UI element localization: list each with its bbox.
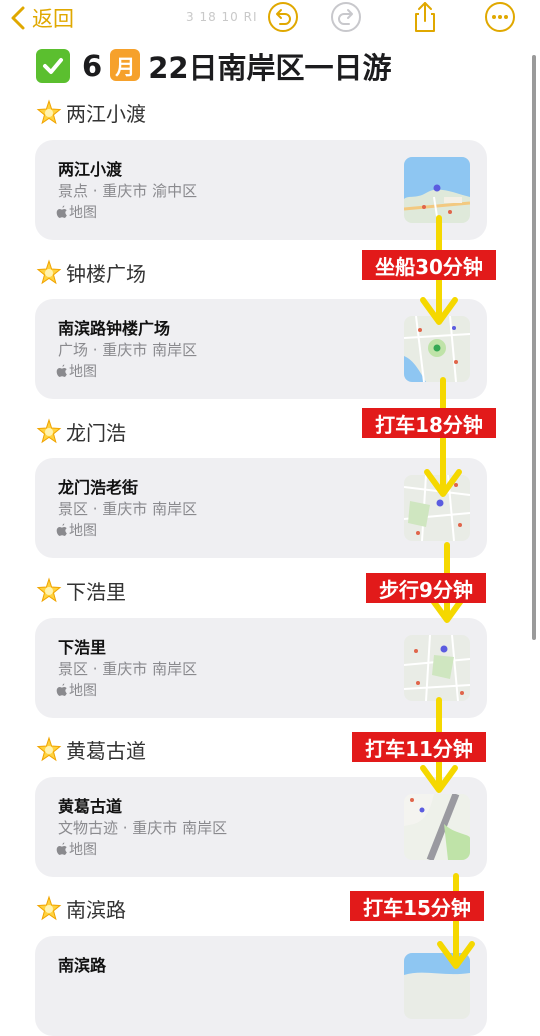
more-button[interactable] bbox=[483, 0, 517, 34]
section-header-label: 南滨路 bbox=[66, 897, 126, 922]
maps-app-label: 地图 bbox=[56, 680, 97, 700]
location-subtitle: 景点 · 重庆市 渝中区 bbox=[58, 182, 198, 200]
route-label: 坐船30分钟 bbox=[362, 250, 496, 280]
page-title: 6 月 22日南岸区一日游 bbox=[36, 46, 392, 86]
section-header-label: 黄葛古道 bbox=[66, 738, 146, 763]
back-label: 返回 bbox=[32, 7, 74, 31]
chevron-left-icon bbox=[11, 6, 25, 30]
maps-app-name: 地图 bbox=[69, 683, 97, 699]
star-icon bbox=[36, 577, 62, 603]
route-label: 步行9分钟 bbox=[366, 573, 486, 603]
location-card[interactable]: 两江小渡 景点 · 重庆市 渝中区 地图 bbox=[35, 140, 487, 240]
location-name: 两江小渡 bbox=[58, 160, 123, 179]
maps-app-name: 地图 bbox=[69, 523, 97, 539]
apple-icon bbox=[56, 683, 67, 696]
map-thumbnail bbox=[404, 794, 470, 860]
apple-icon bbox=[56, 842, 67, 855]
undo-button[interactable] bbox=[266, 0, 300, 34]
section-header: 下浩里 bbox=[36, 574, 126, 606]
scrollbar[interactable] bbox=[532, 55, 536, 640]
map-thumbnail bbox=[404, 316, 470, 382]
location-card[interactable]: 龙门浩老街 景区 · 重庆市 南岸区 地图 bbox=[35, 458, 487, 558]
section-header-label: 两江小渡 bbox=[66, 101, 146, 126]
maps-app-label: 地图 bbox=[56, 520, 97, 540]
maps-app-name: 地图 bbox=[69, 205, 97, 221]
location-subtitle: 广场 · 重庆市 南岸区 bbox=[58, 341, 198, 359]
location-card[interactable]: 黄葛古道 文物古迹 · 重庆市 南岸区 地图 bbox=[35, 777, 487, 877]
maps-app-label: 地图 bbox=[56, 361, 97, 381]
maps-app-label: 地图 bbox=[56, 202, 97, 222]
route-label: 打车18分钟 bbox=[362, 408, 496, 438]
checkmark-icon bbox=[36, 49, 70, 83]
location-name: 下浩里 bbox=[58, 638, 107, 657]
location-subtitle: 景区 · 重庆市 南岸区 bbox=[58, 660, 198, 678]
route-label: 打车15分钟 bbox=[350, 891, 484, 921]
star-icon bbox=[36, 99, 62, 125]
redo-icon bbox=[331, 2, 361, 32]
star-icon bbox=[36, 895, 62, 921]
back-button[interactable]: 返回 bbox=[10, 4, 74, 32]
section-header: 龙门浩 bbox=[36, 415, 126, 447]
location-card[interactable]: 下浩里 景区 · 重庆市 南岸区 地图 bbox=[35, 618, 487, 718]
star-icon bbox=[36, 418, 62, 444]
map-thumbnail bbox=[404, 475, 470, 541]
apple-icon bbox=[56, 364, 67, 377]
map-thumbnail bbox=[404, 157, 470, 223]
location-card[interactable]: 南滨路钟楼广场 广场 · 重庆市 南岸区 地图 bbox=[35, 299, 487, 399]
star-icon bbox=[36, 736, 62, 762]
redo-button[interactable] bbox=[329, 0, 363, 34]
calendar-icon: 月 bbox=[110, 49, 141, 81]
section-header-label: 下浩里 bbox=[66, 579, 126, 604]
map-thumbnail bbox=[404, 635, 470, 701]
share-button[interactable] bbox=[408, 0, 442, 34]
location-name: 龙门浩老街 bbox=[58, 478, 139, 497]
location-name: 黄葛古道 bbox=[58, 797, 123, 816]
maps-app-name: 地图 bbox=[69, 364, 97, 380]
title-text: 22日南岸区一日游 bbox=[148, 51, 392, 85]
location-name: 南滨路 bbox=[58, 956, 107, 975]
section-header: 钟楼广场 bbox=[36, 256, 146, 288]
location-card[interactable]: 南滨路 bbox=[35, 936, 487, 1036]
location-subtitle: 景区 · 重庆市 南岸区 bbox=[58, 500, 198, 518]
map-thumbnail bbox=[404, 953, 470, 1019]
section-header: 两江小渡 bbox=[36, 96, 146, 128]
apple-icon bbox=[56, 205, 67, 218]
more-icon bbox=[485, 2, 515, 32]
maps-app-label: 地图 bbox=[56, 839, 97, 859]
status-text: 3 18 10 RI bbox=[186, 10, 258, 24]
undo-icon bbox=[268, 2, 298, 32]
section-header-label: 钟楼广场 bbox=[66, 261, 146, 286]
apple-icon bbox=[56, 523, 67, 536]
location-name: 南滨路钟楼广场 bbox=[58, 319, 171, 338]
maps-app-name: 地图 bbox=[69, 842, 97, 858]
section-header: 南滨路 bbox=[36, 892, 126, 924]
share-icon bbox=[415, 2, 435, 32]
section-header-label: 龙门浩 bbox=[66, 420, 126, 445]
route-label: 打车11分钟 bbox=[352, 732, 486, 762]
star-icon bbox=[36, 259, 62, 285]
toolbar: 返回 3 18 10 RI bbox=[0, 0, 540, 36]
location-subtitle: 文物古迹 · 重庆市 南岸区 bbox=[58, 819, 228, 837]
title-day-number: 6 bbox=[82, 49, 103, 83]
section-header: 黄葛古道 bbox=[36, 733, 146, 765]
